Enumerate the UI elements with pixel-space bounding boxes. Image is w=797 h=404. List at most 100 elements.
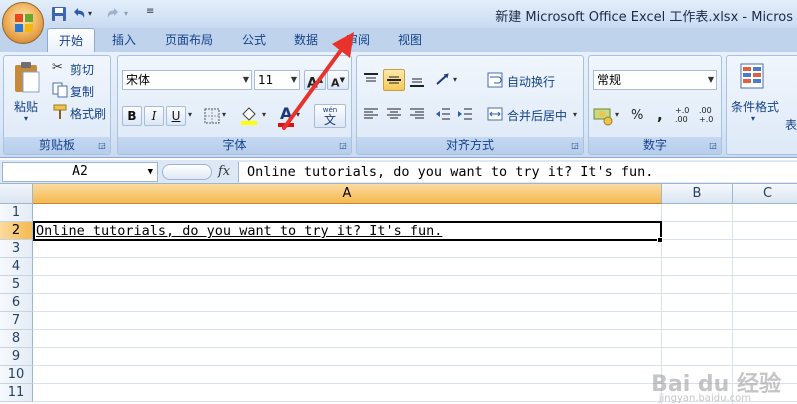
underline-dropdown-icon[interactable]: ▾ <box>188 110 192 119</box>
insert-function-icon[interactable]: fx <box>218 164 230 179</box>
borders-icon[interactable] <box>204 108 220 124</box>
alignment-group: ▾ 自动换行 合并后居中 ▾ 对齐方式 ◲ <box>356 55 584 155</box>
column-header-c[interactable]: C <box>733 184 797 204</box>
row-header[interactable]: 10 <box>0 366 33 384</box>
font-name-combo[interactable]: 宋体 ▼ <box>122 70 252 90</box>
fill-handle[interactable] <box>657 237 663 243</box>
copy-label[interactable]: 复制 <box>70 83 94 100</box>
column-header-a[interactable]: A <box>33 184 662 204</box>
conditional-format-icon[interactable] <box>739 62 769 94</box>
number-launcher-icon[interactable]: ◲ <box>708 141 718 151</box>
format-painter-label[interactable]: 格式刷 <box>70 105 106 122</box>
orientation-dropdown-icon[interactable]: ▾ <box>453 75 457 84</box>
chevron-down-icon: ▼ <box>242 75 249 84</box>
font-group-label: 字体 <box>118 137 351 154</box>
name-box[interactable]: A2 ▼ <box>2 162 158 182</box>
tab-formulas[interactable]: 公式 <box>232 28 276 52</box>
grid-line <box>33 311 797 312</box>
select-all-corner[interactable] <box>0 184 33 204</box>
formula-input[interactable]: Online tutorials, do you want to try it?… <box>238 162 797 182</box>
font-size-combo[interactable]: 11 ▼ <box>254 70 300 90</box>
align-bottom-icon[interactable] <box>409 72 425 88</box>
paste-label[interactable]: 粘贴 <box>14 98 38 115</box>
grow-font-button[interactable]: A▲ <box>304 70 326 92</box>
row-header[interactable]: 3 <box>0 240 33 258</box>
formula-bar-splitter[interactable] <box>162 164 212 180</box>
merge-center-icon[interactable] <box>487 106 503 122</box>
increase-indent-icon[interactable] <box>457 106 473 122</box>
clipboard-launcher-icon[interactable]: ◲ <box>97 141 107 151</box>
tab-home[interactable]: 开始 <box>47 28 95 52</box>
percent-button[interactable]: % <box>631 108 643 123</box>
column-header-b[interactable]: B <box>662 184 733 204</box>
row-header[interactable]: 6 <box>0 294 33 312</box>
row-header[interactable]: 8 <box>0 330 33 348</box>
font-launcher-icon[interactable]: ◲ <box>338 141 348 151</box>
table-format-label[interactable]: 表 <box>785 116 797 133</box>
row-header[interactable]: 2 <box>0 222 33 240</box>
cut-icon[interactable]: ✂ <box>52 60 63 75</box>
bold-button[interactable]: B <box>122 106 142 126</box>
decrease-indent-icon[interactable] <box>435 106 451 122</box>
alignment-launcher-icon[interactable]: ◲ <box>570 141 580 151</box>
decrease-decimal-button[interactable]: .00 +.0 <box>699 106 721 124</box>
align-middle-button[interactable] <box>383 69 405 91</box>
paste-icon[interactable] <box>12 60 42 94</box>
format-painter-icon[interactable] <box>52 104 68 120</box>
number-group: 常规 ▼ ▾ % , +.0 .00 .00 +.0 数字 ◲ <box>588 55 722 155</box>
tab-insert[interactable]: 插入 <box>102 28 146 52</box>
row-header[interactable]: 1 <box>0 204 33 222</box>
font-color-icon[interactable]: A <box>280 104 292 123</box>
save-icon[interactable] <box>50 5 68 23</box>
conditional-format-dropdown-icon[interactable]: ▾ <box>751 114 755 123</box>
merge-center-label[interactable]: 合并后居中 <box>507 107 567 124</box>
font-color-dropdown-icon[interactable]: ▾ <box>296 110 300 119</box>
phonetic-button[interactable]: wén 文 <box>314 104 346 128</box>
orientation-icon[interactable] <box>435 72 451 88</box>
merge-dropdown-icon[interactable]: ▾ <box>573 110 577 119</box>
worksheet-grid[interactable]: A B C 1 2 3 4 5 6 7 8 9 10 11 Online tut… <box>0 184 797 404</box>
tab-page-layout[interactable]: 页面布局 <box>154 28 224 52</box>
active-cell[interactable]: Online tutorials, do you want to try it?… <box>33 221 662 241</box>
grid-line <box>33 275 797 276</box>
copy-icon[interactable] <box>52 82 68 98</box>
conditional-format-label[interactable]: 条件格式 <box>731 98 779 115</box>
shrink-font-button[interactable]: A▼ <box>327 70 349 90</box>
cut-label[interactable]: 剪切 <box>70 61 94 78</box>
number-format-combo[interactable]: 常规 ▼ <box>593 70 717 90</box>
wrap-text-label[interactable]: 自动换行 <box>507 73 555 90</box>
align-top-icon[interactable] <box>363 72 379 88</box>
undo-icon[interactable] <box>70 5 88 23</box>
row-header[interactable]: 9 <box>0 348 33 366</box>
align-right-icon[interactable] <box>409 106 425 122</box>
align-center-icon[interactable] <box>386 106 402 122</box>
office-button[interactable] <box>2 2 44 44</box>
paste-dropdown-icon[interactable]: ▾ <box>24 114 28 123</box>
tab-data[interactable]: 数据 <box>284 28 328 52</box>
customize-toolbar-icon[interactable]: ≡ <box>146 6 164 24</box>
comma-button[interactable]: , <box>657 106 663 124</box>
increase-decimal-button[interactable]: +.0 .00 <box>675 106 697 124</box>
tab-review[interactable]: 审阅 <box>336 28 380 52</box>
currency-icon[interactable] <box>593 106 615 126</box>
underline-button[interactable]: U <box>166 106 186 126</box>
row-header[interactable]: 4 <box>0 258 33 276</box>
row-header[interactable]: 5 <box>0 276 33 294</box>
currency-dropdown-icon[interactable]: ▾ <box>615 110 619 119</box>
wrap-text-icon[interactable] <box>487 72 503 88</box>
grid-line <box>33 329 797 330</box>
align-left-icon[interactable] <box>363 106 379 122</box>
number-format-value: 常规 <box>597 73 622 87</box>
redo-dropdown-icon[interactable]: ▾ <box>124 9 142 27</box>
italic-button[interactable]: I <box>144 106 164 126</box>
fill-color-icon[interactable] <box>238 104 260 126</box>
ribbon: 粘贴 ▾ ✂ 剪切 复制 格式刷 剪贴板 ◲ 宋体 ▼ 11 ▼ A▲ A▼ B I… <box>0 52 797 158</box>
row-header[interactable]: 7 <box>0 312 33 330</box>
fill-color-dropdown-icon[interactable]: ▾ <box>262 110 266 119</box>
tab-view[interactable]: 视图 <box>388 28 432 52</box>
alignment-group-label: 对齐方式 <box>357 137 583 154</box>
title-bar: ▾ ▾ ≡ 新建 Microsoft Office Excel 工作表.xlsx… <box>0 0 797 28</box>
redo-icon[interactable] <box>104 5 122 23</box>
borders-dropdown-icon[interactable]: ▾ <box>222 110 226 119</box>
row-header[interactable]: 11 <box>0 384 33 402</box>
